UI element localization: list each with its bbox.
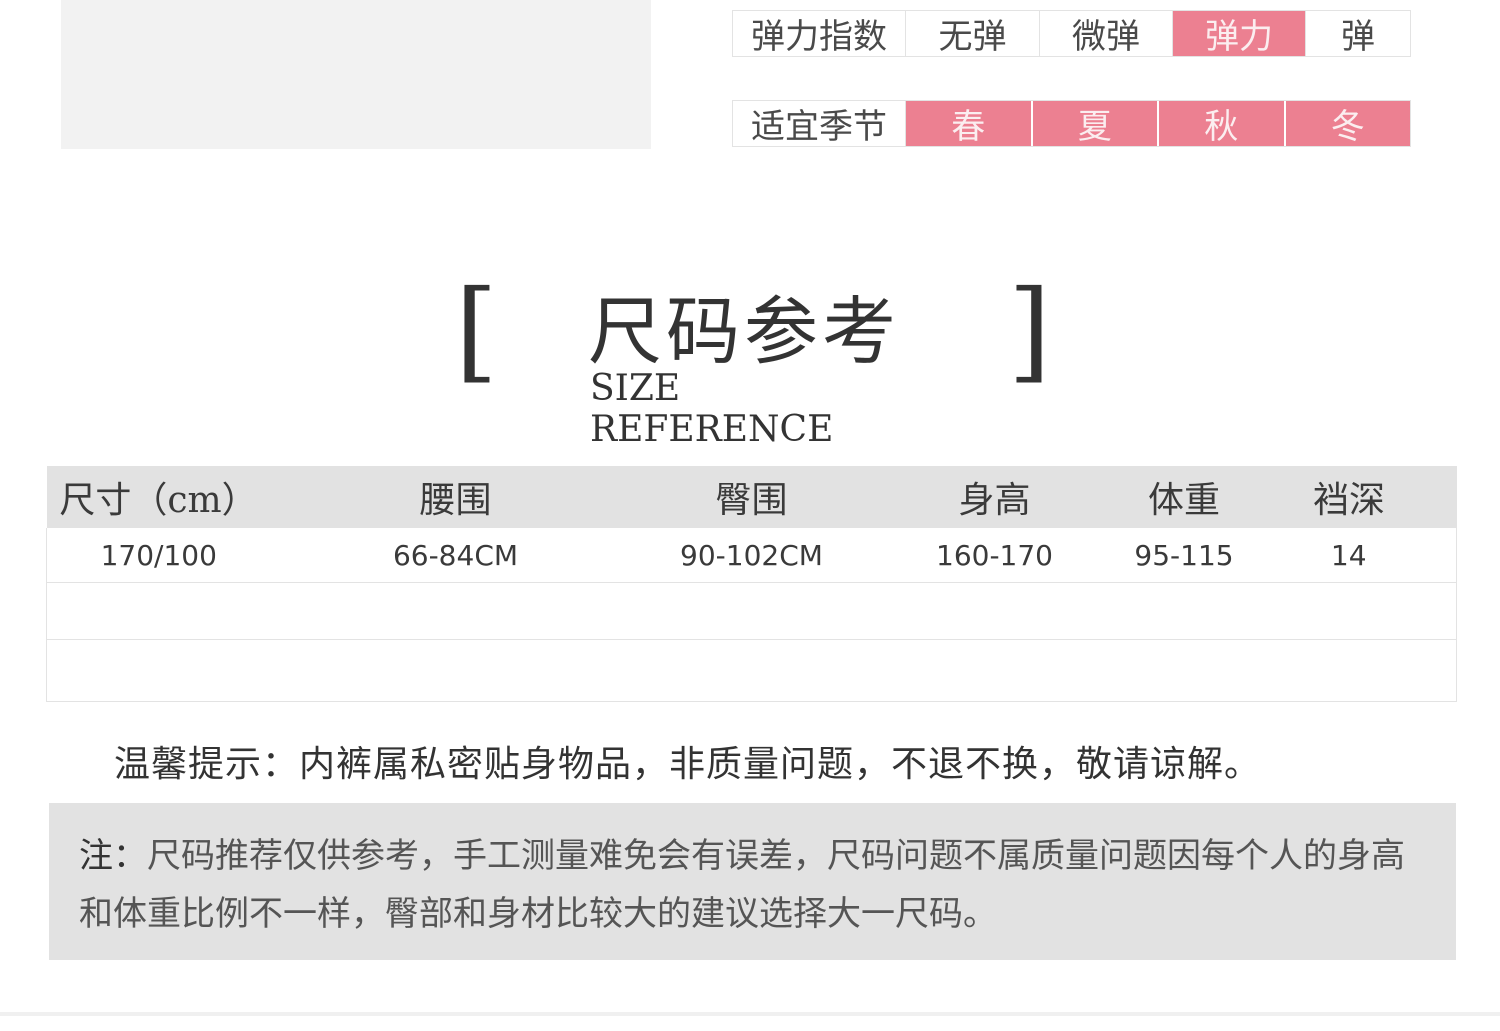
season-summer: 夏	[1032, 101, 1159, 147]
cell-size: 170/100	[46, 528, 271, 583]
section-subtitle: SIZE REFERENCE	[590, 368, 834, 450]
note-box: 注：尺码推荐仅供参考，手工测量难免会有误差，尺码问题不属质量问题因每个人的身高和…	[49, 803, 1456, 960]
table-row-empty	[46, 582, 1457, 640]
header-weight: 体重	[1126, 466, 1242, 528]
season-spring: 春	[906, 101, 1033, 147]
heading-right-bracket: ]	[1008, 266, 1051, 394]
elasticity-option-slight: 微弹	[1040, 11, 1173, 57]
section-title: 尺码参考	[588, 289, 900, 375]
table-row: 170/100 66-84CM 90-102CM 160-170 95-115 …	[46, 528, 1457, 583]
season-autumn: 秋	[1159, 101, 1286, 147]
elasticity-option-none: 无弹	[906, 11, 1040, 57]
elasticity-row: 弹力指数 无弹 微弹 弹力 弹	[732, 10, 1411, 57]
header-height: 身高	[862, 466, 1127, 528]
season-row: 适宜季节 春 夏 秋 冬	[732, 100, 1411, 147]
header-waist: 腰围	[270, 466, 641, 528]
cell-hip: 90-102CM	[640, 528, 863, 583]
header-size: 尺寸（cm）	[46, 466, 271, 528]
elasticity-label: 弹力指数	[733, 11, 906, 57]
cell-rise: 14	[1241, 528, 1457, 583]
header-rise: 裆深	[1241, 466, 1457, 528]
cell-weight: 95-115	[1126, 528, 1242, 583]
header-hip: 臀围	[640, 466, 863, 528]
note-text: 尺码推荐仅供参考，手工测量难免会有误差，尺码问题不属质量问题因每个人的身高和体重…	[79, 836, 1405, 934]
note-label: 注：	[79, 836, 147, 876]
warm-tip: 温馨提示：内裤属私密贴身物品，非质量问题，不退不换，敬请谅解。	[114, 744, 1262, 785]
table-row-empty	[46, 639, 1457, 702]
season-label: 适宜季节	[733, 101, 906, 147]
elasticity-option-high: 弹	[1341, 17, 1375, 57]
size-table: 尺寸（cm） 腰围 臀围 身高 体重 裆深 170/100 66-84CM 90…	[46, 466, 1457, 702]
season-winter: 冬	[1285, 101, 1410, 147]
cell-height: 160-170	[862, 528, 1127, 583]
bottom-divider	[0, 1012, 1500, 1016]
heading-left-bracket: [	[455, 266, 498, 394]
product-image-placeholder	[61, 0, 651, 149]
size-table-header-row: 尺寸（cm） 腰围 臀围 身高 体重 裆深	[46, 466, 1457, 528]
cell-waist: 66-84CM	[270, 528, 641, 583]
elasticity-option-elastic: 弹力	[1173, 11, 1306, 57]
